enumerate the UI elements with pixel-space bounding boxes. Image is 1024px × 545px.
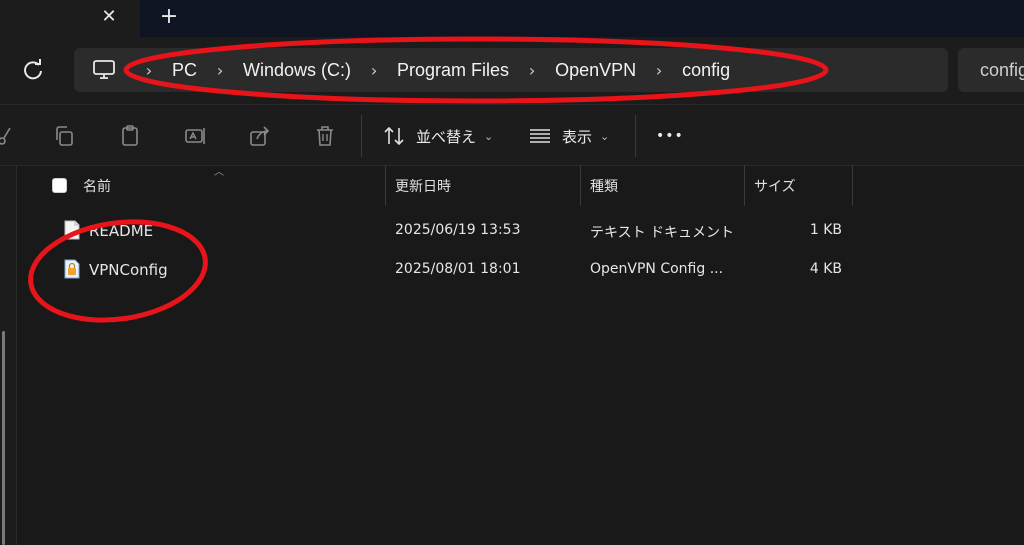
search-box[interactable]: config: [958, 48, 1024, 92]
column-divider[interactable]: [580, 166, 581, 206]
breadcrumb-program-files[interactable]: Program Files: [389, 60, 517, 81]
computer-icon[interactable]: [92, 59, 116, 81]
paste-icon[interactable]: [118, 124, 142, 148]
chevron-right-icon[interactable]: ›: [134, 61, 164, 80]
view-icon: [530, 129, 550, 143]
breadcrumb: › PC › Windows (C:) › Program Files › Op…: [134, 48, 738, 92]
file-row[interactable]: README 2025/06/19 13:53 テキスト ドキュメント 1 KB: [17, 212, 1024, 250]
new-tab-icon[interactable]: +: [157, 5, 181, 29]
refresh-icon[interactable]: [20, 57, 46, 83]
chevron-right-icon[interactable]: ›: [644, 61, 674, 80]
chevron-down-icon: ⌄: [600, 129, 610, 143]
breadcrumb-pc[interactable]: PC: [164, 60, 205, 81]
column-date[interactable]: 更新日時: [395, 176, 451, 196]
delete-icon[interactable]: [313, 124, 337, 148]
address-bar[interactable]: › PC › Windows (C:) › Program Files › Op…: [74, 48, 948, 92]
column-divider[interactable]: [744, 166, 745, 206]
close-tab-icon[interactable]: ✕: [98, 6, 120, 28]
chevron-right-icon[interactable]: ›: [359, 61, 389, 80]
active-tab[interactable]: ✕: [0, 0, 140, 37]
chevron-right-icon[interactable]: ›: [205, 61, 235, 80]
tab-bar: ✕ +: [0, 0, 1024, 37]
file-row[interactable]: VPNConfig 2025/08/01 18:01 OpenVPN Confi…: [17, 251, 1024, 289]
column-size[interactable]: サイズ: [754, 176, 796, 196]
openvpn-config-icon: [64, 259, 80, 279]
column-header: ︿ 名前 更新日時 種類 サイズ: [17, 166, 1024, 206]
sort-caret-icon: ︿: [214, 167, 224, 178]
view-label: 表示: [562, 127, 593, 146]
command-bar: 並べ替え ⌄ 表示 ⌄ •••: [0, 104, 1024, 166]
file-date: 2025/06/19 13:53: [395, 222, 521, 238]
share-icon[interactable]: [248, 124, 272, 148]
cut-icon[interactable]: [0, 124, 16, 148]
search-text: config: [980, 60, 1024, 80]
copy-icon[interactable]: [52, 124, 76, 148]
column-type[interactable]: 種類: [590, 176, 618, 196]
chevron-down-icon: ⌄: [484, 129, 494, 143]
toolbar-divider: [361, 115, 362, 157]
file-name: VPNConfig: [89, 261, 168, 279]
column-divider[interactable]: [852, 166, 853, 206]
file-type: OpenVPN Config ...: [590, 261, 724, 277]
address-row: › PC › Windows (C:) › Program Files › Op…: [0, 37, 1024, 104]
column-name[interactable]: 名前: [83, 176, 111, 196]
text-document-icon: [64, 220, 80, 240]
file-type: テキスト ドキュメント: [590, 225, 735, 241]
nav-scrollbar[interactable]: [2, 331, 5, 545]
file-size: 4 KB: [809, 261, 842, 277]
column-divider[interactable]: [385, 166, 386, 206]
breadcrumb-windows-c[interactable]: Windows (C:): [235, 60, 359, 81]
breadcrumb-config[interactable]: config: [674, 60, 738, 81]
select-all-checkbox[interactable]: [52, 178, 67, 193]
more-options-icon[interactable]: •••: [656, 119, 684, 153]
toolbar-divider: [635, 115, 636, 157]
file-name: README: [89, 222, 154, 240]
file-size: 1 KB: [809, 222, 842, 238]
rename-icon[interactable]: [184, 124, 208, 148]
view-button[interactable]: 表示 ⌄: [528, 119, 609, 153]
breadcrumb-openvpn[interactable]: OpenVPN: [547, 60, 644, 81]
navigation-pane[interactable]: [0, 166, 17, 545]
file-date: 2025/08/01 18:01: [395, 261, 521, 277]
sort-icon: [384, 126, 404, 146]
chevron-right-icon[interactable]: ›: [517, 61, 547, 80]
sort-label: 並べ替え: [416, 127, 477, 146]
sort-button[interactable]: 並べ替え ⌄: [382, 119, 493, 153]
